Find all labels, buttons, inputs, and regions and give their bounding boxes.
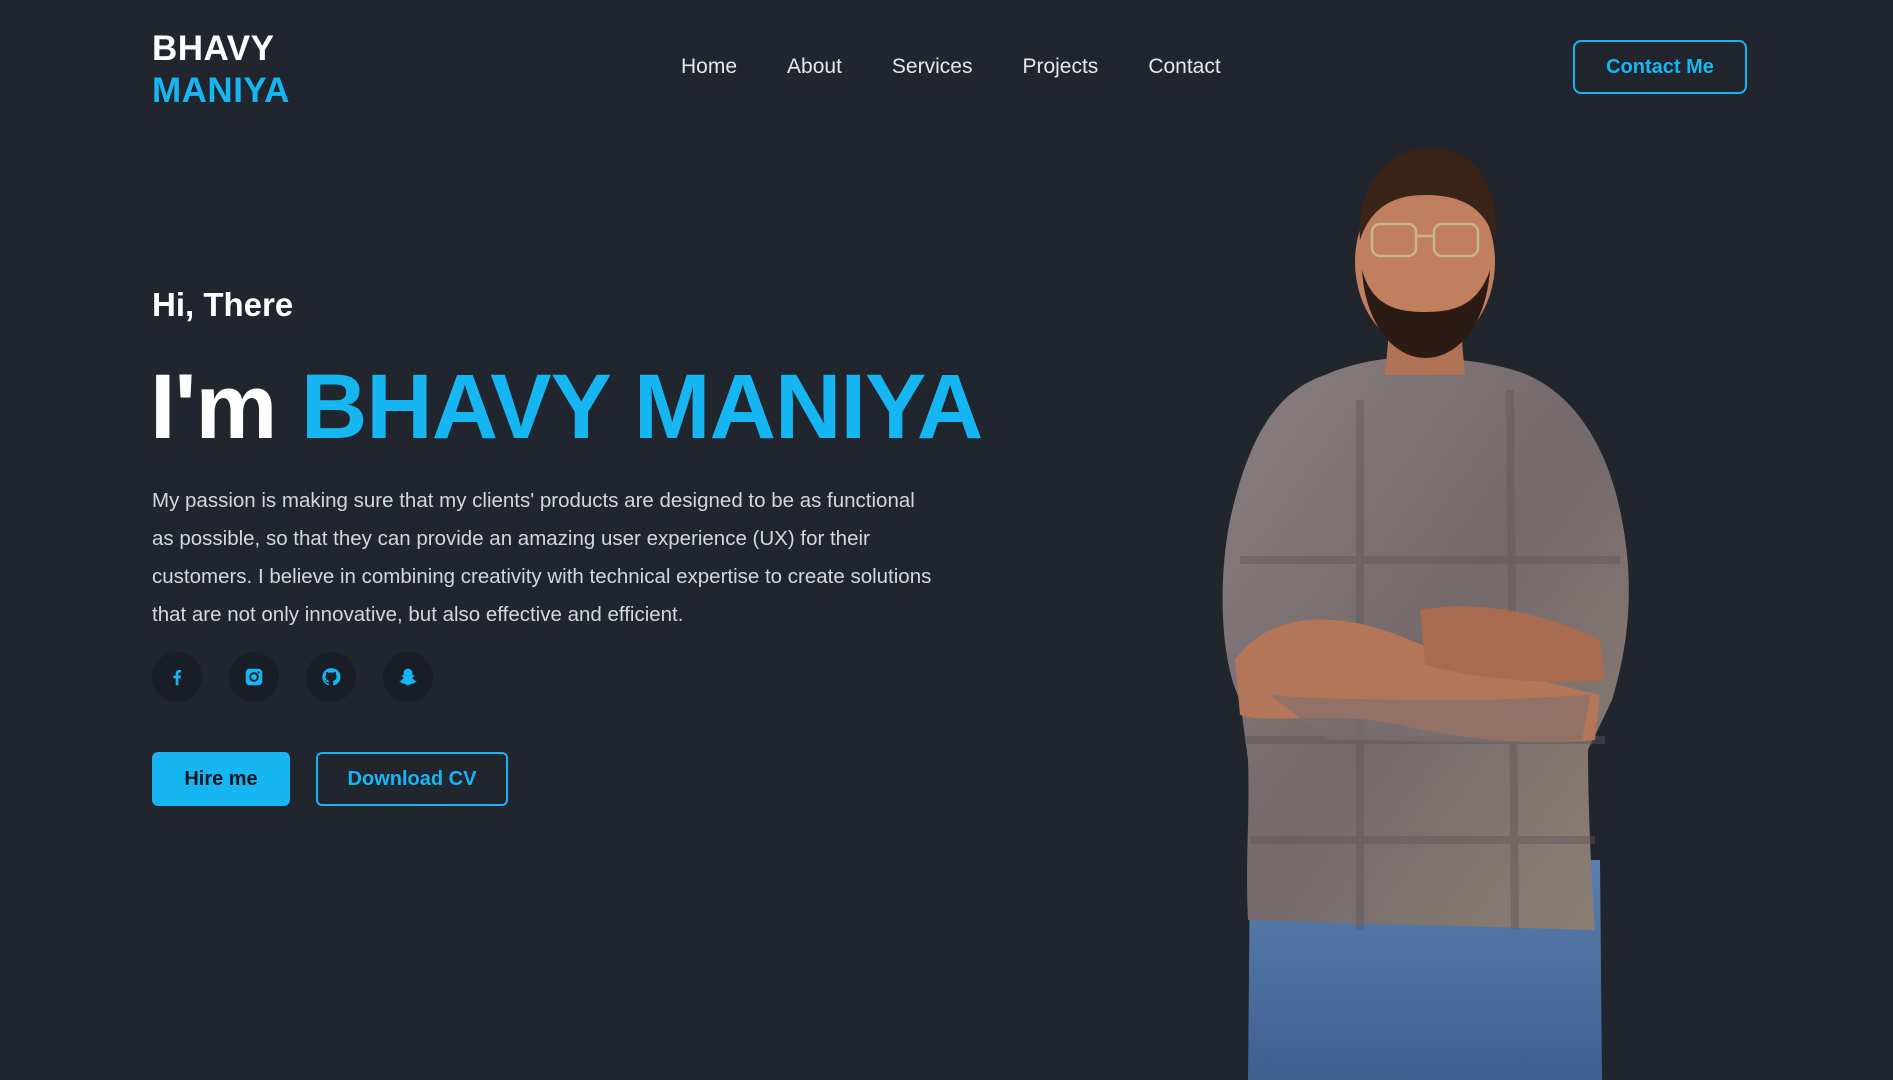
social-links: [152, 652, 460, 702]
hire-me-button[interactable]: Hire me: [152, 752, 290, 806]
instagram-link[interactable]: [229, 652, 279, 702]
main-nav: Home About Services Projects Contact: [681, 52, 1221, 82]
nav-contact[interactable]: Contact: [1148, 52, 1220, 82]
hero-headline: I'm BHAVY MANIYA: [150, 352, 984, 462]
hero-actions: Hire me Download CV: [152, 752, 508, 806]
instagram-icon: [245, 668, 263, 686]
nav-services[interactable]: Services: [892, 52, 973, 82]
facebook-link[interactable]: [152, 652, 202, 702]
brand-line-1: BHAVY: [152, 29, 275, 68]
profile-photo: [1222, 147, 1629, 1080]
github-icon: [322, 668, 341, 686]
nav-home[interactable]: Home: [681, 52, 737, 82]
hero-greeting: Hi, There: [152, 286, 294, 323]
portfolio-page: BHAVY MANIYA Home About Services Project…: [0, 0, 1893, 1080]
nav-projects[interactable]: Projects: [1022, 52, 1098, 82]
github-link[interactable]: [306, 652, 356, 702]
hero-prefix: I'm: [150, 356, 277, 458]
brand-logo[interactable]: BHAVY MANIYA: [152, 28, 290, 112]
facebook-icon: [173, 669, 182, 686]
snapchat-icon: [399, 668, 417, 686]
hero-name: BHAVY MANIYA: [300, 356, 984, 458]
download-cv-button[interactable]: Download CV: [316, 752, 508, 806]
brand-line-2: MANIYA: [152, 71, 290, 110]
nav-about[interactable]: About: [787, 52, 842, 82]
snapchat-link[interactable]: [383, 652, 433, 702]
contact-me-button[interactable]: Contact Me: [1573, 40, 1747, 94]
hero-description: My passion is making sure that my client…: [152, 489, 932, 626]
